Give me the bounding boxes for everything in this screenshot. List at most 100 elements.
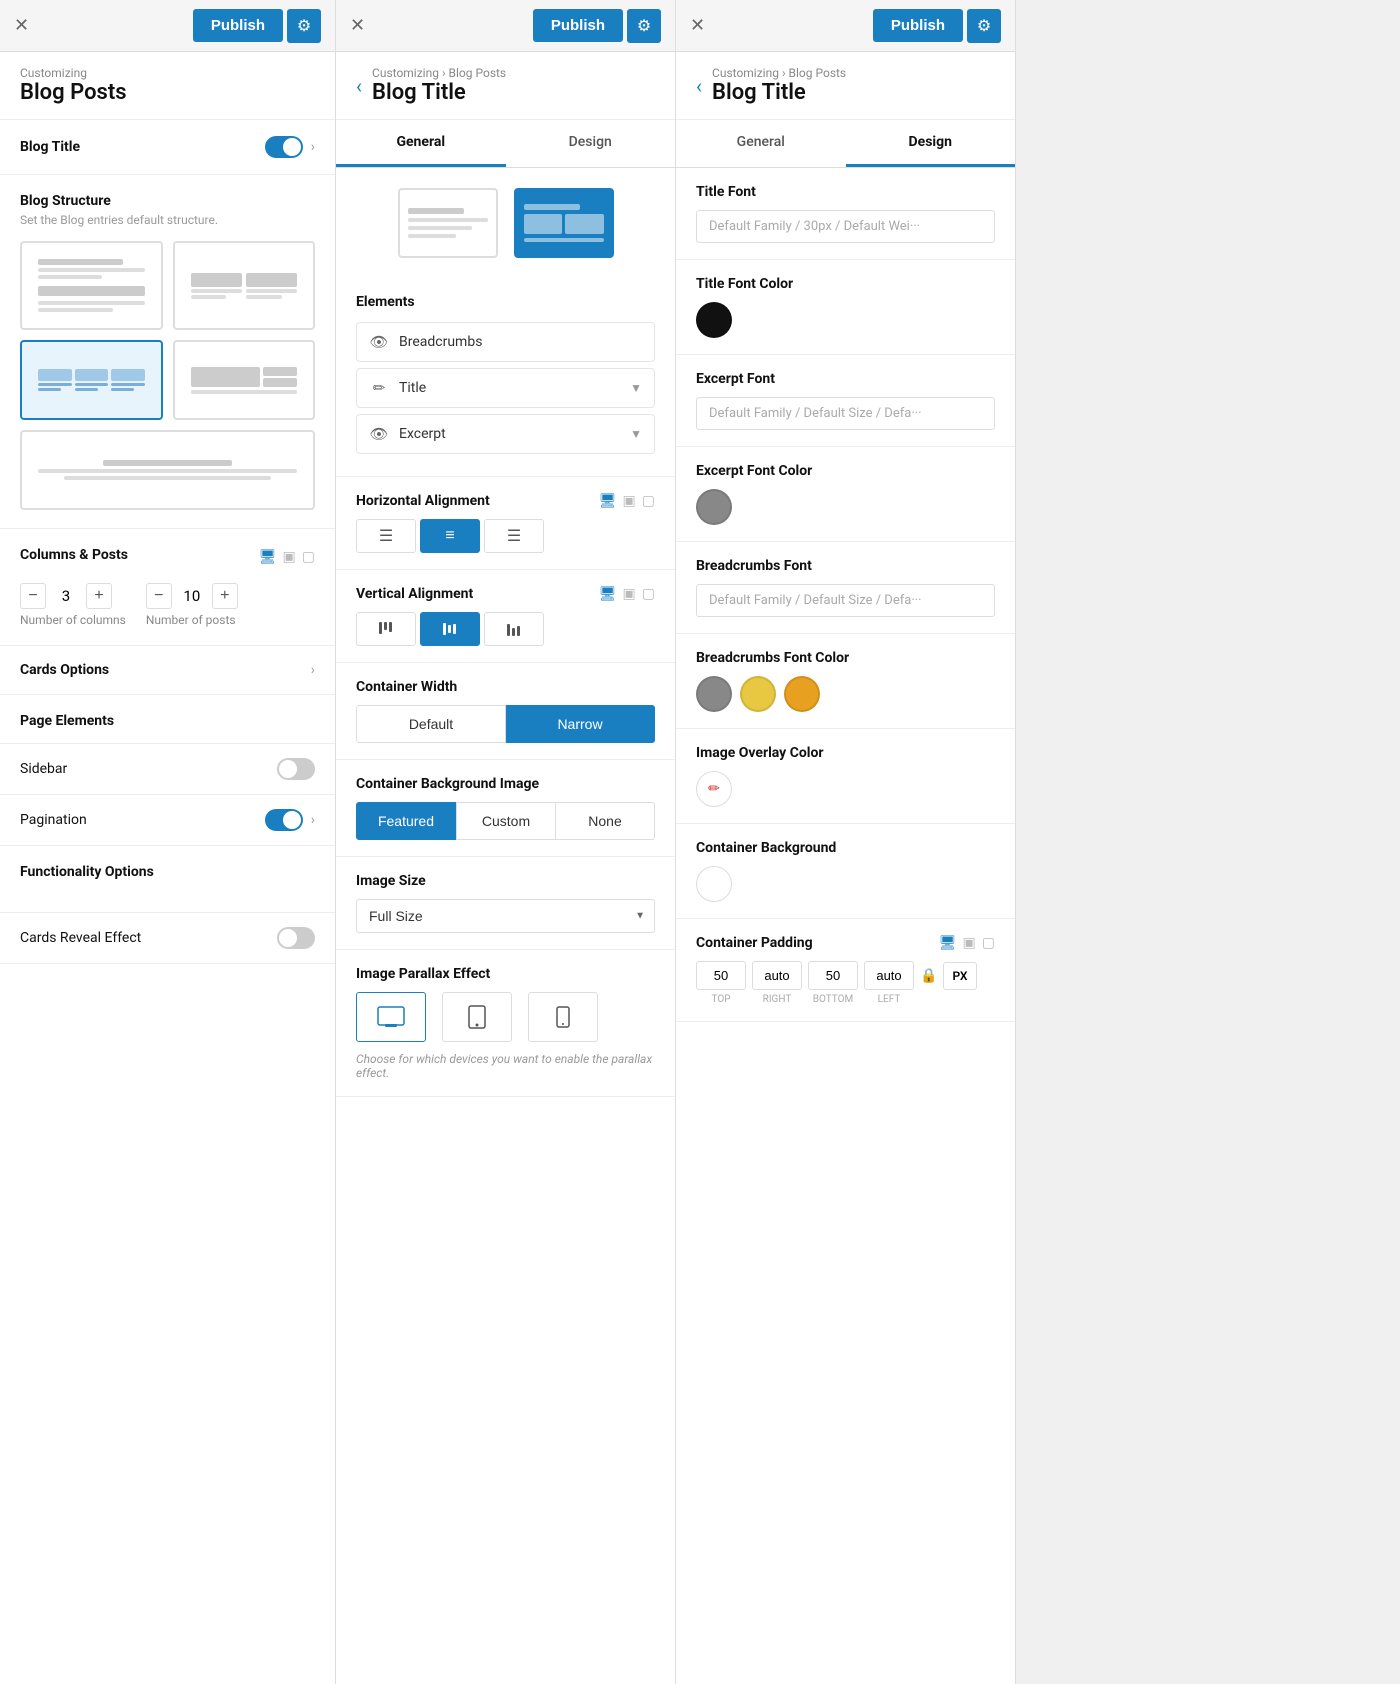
cw-narrow-button[interactable]: Narrow [506,705,655,743]
parallax-tablet-button[interactable] [442,992,512,1042]
padding-right-label: RIGHT [752,994,802,1005]
padding-top-input[interactable] [696,961,746,990]
v-align-bottom-button[interactable] [484,612,544,646]
bg-none-button[interactable]: None [556,802,655,840]
h-align-left-button[interactable]: ☰ [356,519,416,553]
panel-1-close-icon[interactable]: ✕ [14,17,29,35]
element-breadcrumbs[interactable]: 👁 Breadcrumbs [356,322,655,362]
panel-2-back-icon[interactable]: ‹ [356,74,362,98]
panel-1: ✕ Publish ⚙ Customizing Blog Posts Blog … [0,0,336,1684]
container-background-row [696,866,995,902]
v-align-middle-button[interactable] [420,612,480,646]
padding-mobile-icon[interactable]: ▢ [982,935,995,951]
element-title[interactable]: ✏ Title ▼ [356,368,655,408]
layout-picker [336,168,675,278]
image-size-select[interactable]: Full Size Large Medium Thumbnail [356,899,655,933]
panel-1-gear-button[interactable]: ⚙ [287,9,321,43]
panel-2-close-icon[interactable]: ✕ [350,17,365,35]
excerpt-color-swatch[interactable] [696,489,732,525]
title-color-swatch[interactable] [696,302,732,338]
padding-unit: PX [943,962,976,990]
h-align-mobile-icon[interactable]: ▢ [642,493,655,509]
layout-option-grid[interactable] [514,188,614,258]
image-overlay-color-row: ✏ [696,771,995,807]
v-align-mobile-icon[interactable]: ▢ [642,586,655,602]
structure-preview-wide [32,454,303,486]
sidebar-toggle[interactable] [277,758,315,780]
pagination-chevron[interactable]: › [311,812,315,828]
panel-1-publish-button[interactable]: Publish [193,9,283,42]
cards-reveal-toggle[interactable] [277,927,315,949]
v-align-top-button[interactable] [356,612,416,646]
horizontal-alignment-buttons: ☰ ≡ ☰ [356,519,655,553]
image-parallax-section: Image Parallax Effect [336,950,675,1097]
image-size-select-wrap: Full Size Large Medium Thumbnail [356,899,655,933]
cw-default-button[interactable]: Default [356,705,506,743]
mobile-icon[interactable]: ▢ [302,549,315,565]
structure-card-wide[interactable] [20,430,315,510]
panel-3-close-icon[interactable]: ✕ [690,17,705,35]
structure-card-three-col[interactable] [20,340,163,420]
padding-tablet-icon[interactable]: ▣ [963,935,976,951]
columns-increment[interactable]: + [86,583,112,609]
h-align-center-button[interactable]: ≡ [420,519,480,553]
title-font-control[interactable]: Default Family / 30px / Default Wei··· [696,210,995,243]
breadcrumbs-color-swatch-1[interactable] [696,676,732,712]
bg-custom-button[interactable]: Custom [456,802,556,840]
panel-2-topbar-right: Publish ⚙ [533,9,661,43]
posts-decrement[interactable]: − [146,583,172,609]
pagination-toggle[interactable] [265,809,303,831]
v-align-desktop-icon[interactable]: 🖥 [599,586,617,602]
structure-card-magazine[interactable] [173,340,316,420]
container-background-section: Container Background [676,824,1015,919]
posts-label: Number of posts [146,613,238,627]
title-edit-icon: ✏ [369,379,389,397]
tab-3-design[interactable]: Design [846,120,1016,167]
element-excerpt[interactable]: 👁 Excerpt ▼ [356,414,655,454]
tab-general[interactable]: General [336,120,506,167]
padding-desktop-icon[interactable]: 🖥 [939,935,957,951]
breadcrumbs-font-color-label: Breadcrumbs Font Color [696,650,995,666]
cards-options-row[interactable]: Cards Options › [0,646,335,695]
tab-design[interactable]: Design [506,120,676,167]
excerpt-font-control[interactable]: Default Family / Default Size / Defa··· [696,397,995,430]
panel-3-back-icon[interactable]: ‹ [696,74,702,98]
panel-2-publish-button[interactable]: Publish [533,9,623,42]
container-background-swatch[interactable] [696,866,732,902]
panel-1-breadcrumb: Customizing [20,66,127,80]
h-align-tablet-icon[interactable]: ▣ [623,493,636,509]
functionality-title: Functionality Options [20,864,315,880]
parallax-desktop-button[interactable] [356,992,426,1042]
breadcrumbs-color-swatch-3[interactable] [784,676,820,712]
excerpt-font-color-row [696,489,995,525]
structure-preview-two-col [185,267,304,305]
blog-title-chevron[interactable]: › [311,139,315,155]
breadcrumbs-color-swatch-2[interactable] [740,676,776,712]
padding-bottom-input[interactable] [808,961,858,990]
image-overlay-color-swatch[interactable]: ✏ [696,771,732,807]
layout-option-list[interactable] [398,188,498,258]
padding-right-input[interactable] [752,961,802,990]
structure-card-two-col[interactable] [173,241,316,330]
panel-3-publish-button[interactable]: Publish [873,9,963,42]
tab-3-general[interactable]: General [676,120,846,167]
panel-2-gear-button[interactable]: ⚙ [627,9,661,43]
panel-3-gear-button[interactable]: ⚙ [967,9,1001,43]
tablet-icon[interactable]: ▣ [283,549,296,565]
parallax-mobile-button[interactable] [528,992,598,1042]
v-align-tablet-icon[interactable]: ▣ [623,586,636,602]
padding-lock-icon[interactable]: 🔒 [920,968,937,984]
bg-featured-button[interactable]: Featured [356,802,456,840]
columns-decrement[interactable]: − [20,583,46,609]
structure-card-list[interactable] [20,241,163,330]
device-icons: 🖥 ▣ ▢ [259,549,315,565]
h-align-desktop-icon[interactable]: 🖥 [599,493,617,509]
breadcrumbs-eye-icon: 👁 [369,333,389,351]
breadcrumbs-font-control[interactable]: Default Family / Default Size / Defa··· [696,584,995,617]
posts-increment[interactable]: + [212,583,238,609]
h-align-right-button[interactable]: ☰ [484,519,544,553]
page-elements-title: Page Elements [20,713,315,729]
blog-title-toggle[interactable] [265,136,303,158]
desktop-icon[interactable]: 🖥 [259,549,277,565]
padding-left-input[interactable] [864,961,914,990]
